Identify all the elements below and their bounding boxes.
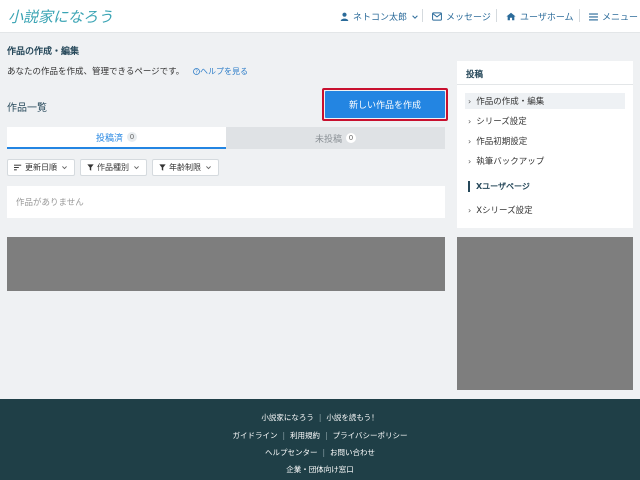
new-work-button[interactable]: 新しい作品を作成 xyxy=(325,91,445,118)
sidebar-item-series[interactable]: › シリーズ設定 xyxy=(465,113,625,129)
home-icon xyxy=(506,12,516,21)
works-tabs: 投稿済 0 未投稿 0 xyxy=(7,127,445,149)
page-title: 作品の作成・編集 xyxy=(7,47,80,57)
menu-button[interactable]: メニュー xyxy=(589,10,638,23)
sidebar-item-label: 作品初期設定 xyxy=(476,137,528,147)
tab-posted-count: 0 xyxy=(127,132,137,142)
sidebar-item-label: 作品の作成・編集 xyxy=(476,97,545,107)
user-name: ネトコン太郎 xyxy=(353,13,408,23)
footer-link[interactable]: プライバシーポリシー xyxy=(333,431,408,440)
messages-label: メッセージ xyxy=(446,13,491,23)
filter-icon xyxy=(159,164,166,171)
tab-posted-label: 投稿済 xyxy=(95,133,123,144)
empty-works-message: 作品がありません xyxy=(7,186,445,218)
footer-link[interactable]: 利用規約 xyxy=(290,431,320,440)
sidebar-item-backup[interactable]: › 執筆バックアップ xyxy=(465,153,625,169)
sidebar-item-x-series[interactable]: › Xシリーズ設定 xyxy=(465,202,625,218)
sidebar: 投稿 › 作品の作成・編集 › シリーズ設定 › 作品初期設定 › 執筆バックア… xyxy=(457,61,633,228)
question-circle-icon: ? xyxy=(193,68,200,75)
header-divider xyxy=(496,9,497,22)
works-list-title: 作品一覧 xyxy=(7,103,47,114)
help-link[interactable]: ? ヘルプを見る xyxy=(193,67,248,76)
filter-bar: 更新日順 作品種別 年齢制限 xyxy=(7,159,219,176)
user-menu[interactable]: ネトコン太郎 xyxy=(340,10,423,23)
user-home-link[interactable]: ユーザホーム xyxy=(506,10,574,23)
site-footer: 小説家になろう | 小説を読もう！ ガイドライン | 利用規約 | プライバシーポリシー ヘ… xyxy=(0,399,640,480)
sidebar-item-initial-settings[interactable]: › 作品初期設定 xyxy=(465,133,625,149)
chevron-right-icon: › xyxy=(468,116,472,126)
work-type-label: 作品種別 xyxy=(97,163,129,172)
ad-placeholder-side xyxy=(457,237,633,390)
user-icon xyxy=(340,12,349,21)
sidebar-divider xyxy=(457,84,633,85)
tab-unposted[interactable]: 未投稿 0 xyxy=(226,127,445,149)
description-text: あなたの作品を作成、管理できるページです。 xyxy=(7,67,185,77)
chevron-down-icon xyxy=(134,166,139,170)
sort-order-label: 更新日順 xyxy=(25,163,57,172)
help-link-label: ヘルプを見る xyxy=(200,67,249,76)
sidebar-item-label: Xシリーズ設定 xyxy=(476,206,533,216)
page-description: あなたの作品を作成、管理できるページです。 ? ヘルプを見る xyxy=(7,65,248,77)
site-logo[interactable]: 小説家になろう xyxy=(8,6,113,27)
age-restriction-label: 年齢制限 xyxy=(169,163,201,172)
work-type-dropdown[interactable]: 作品種別 xyxy=(80,159,147,176)
chevron-right-icon: › xyxy=(468,136,472,146)
chevron-right-icon: › xyxy=(468,156,472,166)
footer-link[interactable]: 小説家になろう xyxy=(261,413,314,422)
footer-link[interactable]: お問い合わせ xyxy=(330,448,375,457)
user-home-label: ユーザホーム xyxy=(520,13,574,23)
sidebar-item-label: シリーズ設定 xyxy=(476,117,527,127)
tab-unposted-count: 0 xyxy=(346,133,356,143)
site-header: 小説家になろう ネトコン太郎 メッセージ ユーザホーム メニュー xyxy=(0,0,640,33)
footer-row: 小説家になろう | 小説を読もう！ xyxy=(261,413,379,422)
footer-row: 企業・団体向け窓口 xyxy=(0,464,640,475)
ad-placeholder-main xyxy=(7,237,445,291)
footer-link[interactable]: ガイドライン xyxy=(233,431,278,440)
sidebar-section-x-userpage: Xユーザページ xyxy=(468,181,530,192)
messages-link[interactable]: メッセージ xyxy=(432,10,491,23)
footer-row: ガイドライン | 利用規約 | プライバシーポリシー xyxy=(232,431,408,440)
chevron-down-icon xyxy=(206,166,211,170)
footer-link[interactable]: 小説を読もう！ xyxy=(326,413,378,422)
tab-posted[interactable]: 投稿済 0 xyxy=(7,127,226,149)
chevron-down-icon xyxy=(62,166,67,170)
chevron-right-icon: › xyxy=(468,205,472,215)
hamburger-icon xyxy=(589,12,598,20)
chevron-right-icon: › xyxy=(468,96,472,106)
header-divider xyxy=(422,9,423,22)
filter-icon xyxy=(87,164,94,171)
sort-order-dropdown[interactable]: 更新日順 xyxy=(7,159,75,176)
footer-link[interactable]: ヘルプセンター xyxy=(265,448,318,457)
svg-text:?: ? xyxy=(195,69,198,75)
menu-label: メニュー xyxy=(602,13,639,23)
sidebar-item-create-edit[interactable]: › 作品の作成・編集 xyxy=(465,93,625,109)
sidebar-heading: 投稿 xyxy=(466,70,484,80)
tab-unposted-label: 未投稿 xyxy=(314,134,342,145)
mail-icon xyxy=(432,12,442,21)
age-restriction-dropdown[interactable]: 年齢制限 xyxy=(152,159,219,176)
header-divider xyxy=(579,9,580,22)
footer-link[interactable]: 企業・団体向け窓口 xyxy=(286,465,354,474)
sidebar-item-label: 執筆バックアップ xyxy=(476,157,545,167)
sort-icon xyxy=(14,164,22,171)
footer-row: ヘルプセンター | お問い合わせ xyxy=(264,448,376,457)
chevron-down-icon xyxy=(412,14,418,19)
